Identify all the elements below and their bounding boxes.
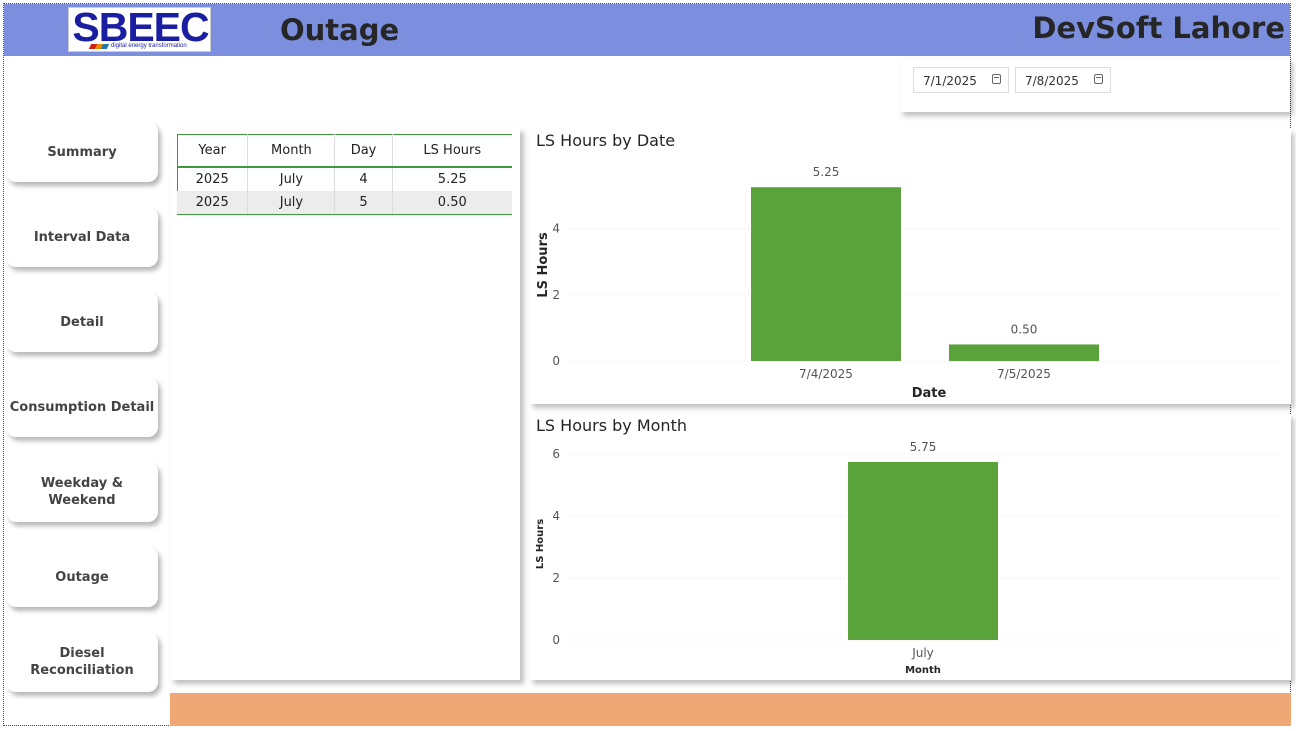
nav-interval-data-button[interactable]: Interval Data xyxy=(6,207,158,267)
nav-outage-button[interactable]: Outage xyxy=(6,547,158,607)
cell-ls-hours: 0.50 xyxy=(392,191,512,215)
logo-subtitle: digital energy transformation xyxy=(111,43,187,49)
ls-hours-by-month-svg: LS Hours by Month 0 2 4 6 5.75 July Month LS Hou… xyxy=(535,416,1280,676)
y-tick-label: 4 xyxy=(552,509,560,523)
y-axis-title: LS Hours xyxy=(535,519,546,569)
y-tick-label: 6 xyxy=(552,447,560,461)
end-date-input[interactable]: 7/8/2025 xyxy=(1015,67,1111,93)
bar xyxy=(751,187,901,361)
column-header-ls-hours[interactable]: LS Hours xyxy=(392,134,512,168)
cell-year: 2025 xyxy=(177,167,249,191)
data-label: 5.25 xyxy=(813,165,840,179)
chart-title: LS Hours by Date xyxy=(536,131,675,150)
y-tick-label: 2 xyxy=(552,288,560,302)
company-name: DevSoft Lahore xyxy=(1032,11,1285,45)
column-header-month[interactable]: Month xyxy=(247,134,336,168)
start-date-value: 7/1/2025 xyxy=(923,74,977,88)
start-date-input[interactable]: 7/1/2025 xyxy=(913,67,1009,93)
x-axis-title: Month xyxy=(905,665,941,676)
company-logo: SBEEC digital energy transformation xyxy=(68,4,211,52)
chart-title: LS Hours by Month xyxy=(536,416,687,435)
cell-month: July xyxy=(247,167,336,191)
nav-consumption-detail-button[interactable]: Consumption Detail xyxy=(6,377,158,437)
data-label: 0.50 xyxy=(1011,322,1038,336)
table-row[interactable]: 2025 July 5 0.50 xyxy=(177,191,512,215)
data-label: 5.75 xyxy=(910,440,937,454)
x-tick-label: 7/5/2025 xyxy=(997,367,1051,381)
y-tick-label: 0 xyxy=(552,354,560,368)
y-axis-title: LS Hours xyxy=(536,232,551,298)
page-title: Outage xyxy=(280,13,400,47)
table-row[interactable]: 2025 July 4 5.25 xyxy=(177,167,512,191)
nav-detail-button[interactable]: Detail xyxy=(6,292,158,352)
column-header-day[interactable]: Day xyxy=(334,134,393,168)
logo-stripes-icon xyxy=(88,44,110,49)
nav-weekday-weekend-button[interactable]: Weekday & Weekend xyxy=(6,462,158,522)
cell-day: 5 xyxy=(334,191,393,215)
x-tick-label: 7/4/2025 xyxy=(799,367,853,381)
ls-hours-by-month-chart[interactable]: LS Hours by Month 0 2 4 6 5.75 July Month LS Hou… xyxy=(530,414,1291,680)
cell-day: 4 xyxy=(334,167,393,191)
ls-hours-by-date-chart[interactable]: LS Hours by Date 0 2 4 5.25 7/4/2025 0.50 7/5/2… xyxy=(530,129,1291,404)
bar xyxy=(848,461,998,640)
footer-band xyxy=(170,693,1291,726)
column-header-year[interactable]: Year xyxy=(177,134,249,168)
y-tick-label: 4 xyxy=(552,222,560,236)
y-tick-label: 0 xyxy=(552,633,560,647)
cell-year: 2025 xyxy=(177,191,249,215)
cell-month: July xyxy=(247,191,336,215)
x-axis-title: Date xyxy=(912,386,947,401)
table-header-row: Year Month Day LS Hours xyxy=(177,134,512,168)
y-tick-label: 2 xyxy=(552,571,560,585)
outage-table: Year Month Day LS Hours 2025 July 4 5.25… xyxy=(177,134,512,215)
calendar-icon[interactable] xyxy=(1094,74,1103,84)
cell-ls-hours: 5.25 xyxy=(437,172,467,187)
ls-hours-by-date-svg: LS Hours by Date 0 2 4 5.25 7/4/2025 0.50 7/5/2… xyxy=(536,131,1280,401)
outage-table-card: Year Month Day LS Hours 2025 July 4 5.25… xyxy=(170,128,520,680)
x-tick-label: July xyxy=(911,646,934,660)
nav-diesel-reconciliation-button[interactable]: Diesel Reconciliation xyxy=(6,632,158,692)
date-range-slicer: 7/1/2025 7/8/2025 xyxy=(900,58,1290,112)
nav-summary-button[interactable]: Summary xyxy=(6,122,158,182)
end-date-value: 7/8/2025 xyxy=(1025,74,1079,88)
calendar-icon[interactable] xyxy=(992,74,1001,84)
bar xyxy=(949,344,1099,361)
